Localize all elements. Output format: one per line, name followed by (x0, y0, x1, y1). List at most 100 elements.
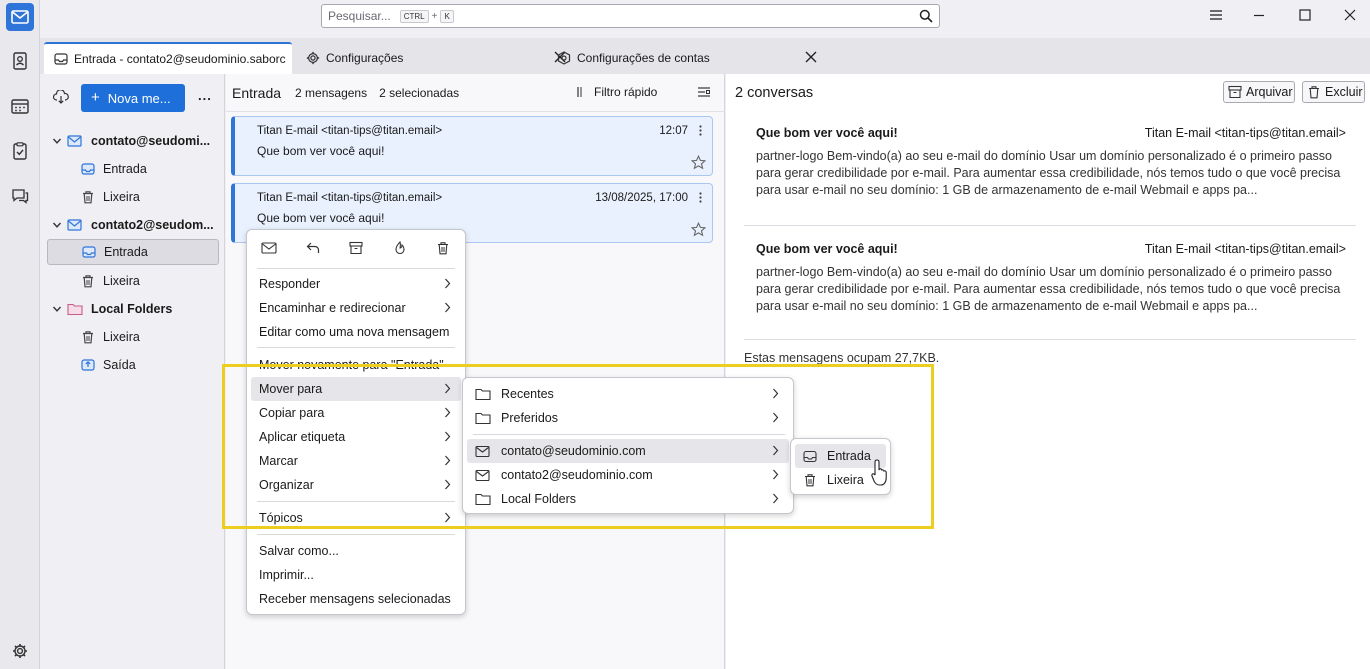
account-local-folders[interactable]: Local Folders (47, 296, 219, 322)
reply-icon[interactable] (306, 241, 320, 255)
menu-item-reply[interactable]: Responder (251, 272, 461, 296)
calendar-icon[interactable] (6, 92, 34, 120)
quick-filter-icon (577, 87, 582, 97)
account-mail-icon (67, 134, 83, 148)
mail-space-icon[interactable] (6, 3, 34, 31)
address-book-icon[interactable] (6, 47, 34, 75)
close-window-icon[interactable] (1343, 8, 1357, 22)
message-card[interactable]: Titan E-mail <titan-tips@titan.email> 12… (231, 116, 713, 176)
tab-account-settings[interactable]: Configurações de contas (547, 42, 817, 74)
folder-label: Entrada (104, 245, 148, 259)
gear-icon (306, 51, 320, 65)
folder-label: Saída (103, 358, 136, 372)
tasks-icon[interactable] (6, 137, 34, 165)
menu-item-get-selected[interactable]: Receber mensagens selecionadas (251, 587, 461, 611)
star-icon[interactable] (691, 222, 706, 237)
conversation-summary[interactable]: Que bom ver você aqui! Titan E-mail <tit… (744, 126, 1356, 226)
close-tab-icon[interactable] (805, 51, 817, 63)
menu-item-print[interactable]: Imprimir... (251, 563, 461, 587)
delete-label: Excluir (1325, 85, 1363, 99)
folder-trash[interactable]: Lixeira (47, 268, 219, 294)
archive-button[interactable]: Arquivar (1223, 81, 1295, 103)
spaces-toolbar (0, 0, 40, 669)
get-messages-icon[interactable] (53, 90, 69, 104)
minimize-icon[interactable] (1252, 8, 1266, 22)
folder-title: Entrada (232, 84, 282, 101)
mark-read-icon[interactable] (261, 241, 277, 255)
chevron-right-icon (444, 278, 451, 289)
folder-pane-menu-button[interactable]: ... (198, 88, 212, 103)
tab-strip: Entrada - contato2@seudominio.saborc Con… (40, 38, 1370, 74)
thread-pane-header: Entrada 2 mensagens 2 selecionadas Filtr… (226, 74, 725, 112)
menu-label: Imprimir... (259, 568, 314, 582)
account-mail-icon (67, 218, 83, 232)
inbox-icon (82, 245, 96, 259)
menu-item-forward[interactable]: Encaminhar e redirecionar (251, 296, 461, 320)
app-menu-icon[interactable] (1209, 8, 1223, 22)
folder-inbox-selected[interactable]: Entrada (47, 239, 219, 265)
new-message-button[interactable]: + Nova me... (81, 84, 185, 112)
archive-icon (1228, 85, 1242, 99)
account-contato2[interactable]: contato2@seudom... (47, 212, 219, 238)
trash-icon (81, 330, 95, 344)
quick-filter-label: Filtro rápido (594, 85, 658, 99)
delete-button[interactable]: Excluir (1302, 81, 1365, 103)
folder-label: Lixeira (103, 274, 140, 288)
trash-icon (81, 190, 95, 204)
more-options-icon[interactable] (699, 125, 702, 136)
chevron-down-icon[interactable] (47, 220, 67, 230)
tab-label: Entrada - contato2@seudominio.saborc (74, 52, 286, 66)
maximize-icon[interactable] (1298, 8, 1312, 22)
conversation-summary[interactable]: Que bom ver você aqui! Titan E-mail <tit… (744, 242, 1356, 340)
menu-label: Editar como uma nova mensagem (259, 325, 450, 339)
folder-label: Entrada (103, 162, 147, 176)
summary-subject: Que bom ver você aqui! (756, 126, 898, 140)
trash-icon (1307, 85, 1321, 99)
tab-inbox[interactable]: Entrada - contato2@seudominio.saborc (44, 42, 292, 74)
folder-trash[interactable]: Lixeira (47, 324, 219, 350)
summary-preview: partner-logo Bem-vindo(a) ao seu e-mail … (756, 265, 1341, 313)
quick-filter-button[interactable]: Filtro rápido (576, 85, 657, 99)
account-settings-icon (557, 51, 571, 65)
star-icon[interactable] (691, 155, 706, 170)
trash-icon (81, 274, 95, 288)
tab-label: Configurações (326, 51, 404, 65)
folder-icon (67, 302, 83, 316)
message-sender: Titan E-mail <titan-tips@titan.email> (257, 192, 443, 204)
conversation-count: 2 conversas (735, 85, 814, 101)
summary-sender: Titan E-mail <titan-tips@titan.email> (1144, 242, 1346, 256)
chevron-down-icon[interactable] (47, 136, 67, 146)
folder-inbox[interactable]: Entrada (47, 156, 219, 182)
summary-subject: Que bom ver você aqui! (756, 242, 898, 256)
junk-icon[interactable] (393, 241, 407, 255)
account-name: Local Folders (91, 302, 173, 316)
more-options-icon[interactable] (699, 192, 702, 203)
size-note: Estas mensagens ocupam 27,7KB. (744, 351, 940, 365)
inbox-icon (81, 162, 95, 176)
shortcut-key: K (440, 9, 454, 23)
message-date: 13/08/2025, 17:00 (595, 192, 688, 204)
folder-label: Lixeira (103, 190, 140, 204)
account-name: contato2@seudom... (91, 218, 214, 232)
menu-item-edit-as-new[interactable]: Editar como uma nova mensagem (251, 320, 461, 344)
chat-icon[interactable] (6, 182, 34, 210)
inbox-tab-icon (54, 52, 68, 66)
archive-icon[interactable] (349, 241, 363, 255)
summary-preview: partner-logo Bem-vindo(a) ao seu e-mail … (756, 149, 1341, 197)
menu-item-save-as[interactable]: Salvar como... (251, 539, 461, 563)
account-contato[interactable]: contato@seudomi... (47, 128, 219, 154)
settings-gear-icon[interactable] (6, 637, 34, 665)
highlight-frame (222, 364, 934, 529)
folder-label: Lixeira (103, 330, 140, 344)
tab-settings[interactable]: Configurações (296, 42, 566, 74)
message-subject: Que bom ver você aqui! (257, 144, 385, 158)
shortcut-key: CTRL (399, 9, 429, 23)
search-icon[interactable] (919, 9, 933, 23)
chevron-down-icon[interactable] (47, 304, 67, 314)
folder-outbox[interactable]: Saída (47, 352, 219, 378)
trash-icon[interactable] (436, 241, 450, 255)
account-name: contato@seudomi... (91, 134, 211, 148)
search-input[interactable]: Pesquisar... CTRL + K (321, 4, 940, 28)
display-options-icon[interactable] (697, 85, 711, 99)
folder-trash[interactable]: Lixeira (47, 184, 219, 210)
